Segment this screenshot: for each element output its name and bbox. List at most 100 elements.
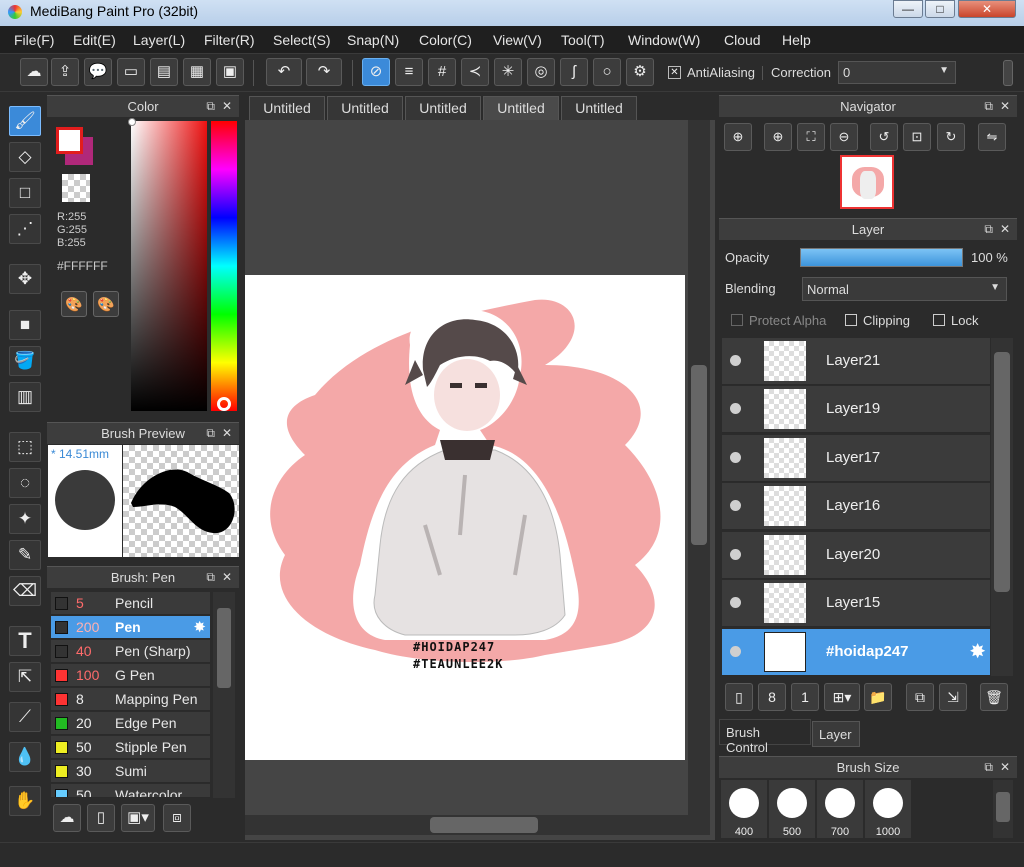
brush-item-pen[interactable]: 200 Pen ✸: [51, 616, 210, 639]
menu-edit[interactable]: Edit(E): [73, 32, 116, 48]
hand-tool-icon[interactable]: ✋: [9, 786, 41, 816]
menu-color[interactable]: Color(C): [419, 32, 472, 48]
brush-item-pencil[interactable]: 5 Pencil: [51, 592, 210, 615]
menu-filter[interactable]: Filter(R): [204, 32, 255, 48]
undock-icon[interactable]: ⧉: [984, 757, 993, 778]
hue-cursor[interactable]: [217, 397, 231, 411]
scrollbar-thumb[interactable]: [996, 792, 1010, 822]
new-brush-icon[interactable]: ▯: [87, 804, 115, 832]
brush-item-watercolor[interactable]: 50 Watercolor: [51, 784, 210, 798]
canvas[interactable]: #HOIDAP247 #TEAUNLEE2K: [245, 275, 685, 760]
transparent-swatch[interactable]: [62, 174, 90, 202]
correction-select[interactable]: 0 ▼: [838, 61, 956, 84]
select-eraser-icon[interactable]: ⌫: [9, 576, 41, 606]
scrollbar-thumb[interactable]: [994, 352, 1010, 592]
snap-off-icon[interactable]: ⊘: [362, 58, 390, 86]
tab-untitled-2[interactable]: Untitled: [327, 96, 403, 120]
new-8bit-layer-icon[interactable]: 8: [758, 683, 786, 711]
tab-brush-control[interactable]: Brush Control: [719, 719, 811, 755]
maximize-button[interactable]: □: [925, 0, 955, 18]
brush-size-700[interactable]: 700: [817, 780, 863, 838]
visibility-icon[interactable]: [730, 452, 741, 463]
undock-icon[interactable]: ⧉: [206, 96, 215, 117]
primary-color-swatch[interactable]: [56, 127, 83, 154]
navigator-thumbnail[interactable]: [840, 155, 894, 209]
palette-add-icon[interactable]: 🎨: [93, 291, 119, 317]
brush-item-stipple-pen[interactable]: 50 Stipple Pen: [51, 736, 210, 759]
brush-item-edge-pen[interactable]: 20 Edge Pen: [51, 712, 210, 735]
gear-icon[interactable]: ✸: [193, 618, 206, 636]
eraser-tool-icon[interactable]: ◇: [9, 142, 41, 172]
scrollbar-thumb[interactable]: [691, 365, 707, 545]
close-icon[interactable]: ✕: [222, 423, 232, 444]
brush-settings-icon[interactable]: ⧈: [163, 804, 191, 832]
bucket-tool-icon[interactable]: 🪣: [9, 346, 41, 376]
tab-untitled-5[interactable]: Untitled: [561, 96, 637, 120]
antialiasing-checkbox[interactable]: ✕: [668, 66, 681, 79]
folder-icon[interactable]: 📁: [864, 683, 892, 711]
tab-untitled-4[interactable]: Untitled: [483, 96, 559, 120]
gear-icon[interactable]: ✸: [969, 639, 986, 664]
rotate-right-icon[interactable]: ↻: [937, 123, 965, 151]
lasso-tool-icon[interactable]: ◌: [9, 468, 41, 498]
divide-tool-icon[interactable]: ⟋: [9, 702, 41, 732]
scrollbar-thumb[interactable]: [430, 817, 538, 833]
hue-slider[interactable]: [211, 121, 237, 411]
snap-ellipse-icon[interactable]: ○: [593, 58, 621, 86]
horizontal-scrollbar[interactable]: [245, 815, 710, 835]
brush-size-1000[interactable]: 1000: [865, 780, 911, 838]
brush-item-sumi[interactable]: 30 Sumi: [51, 760, 210, 783]
visibility-icon[interactable]: [730, 403, 741, 414]
snap-settings-icon[interactable]: ⚙: [626, 58, 654, 86]
brush-item-g-pen[interactable]: 100 G Pen: [51, 664, 210, 687]
brush-menu-icon[interactable]: ▣▾: [121, 804, 155, 832]
eyedropper-tool-icon[interactable]: 💧: [9, 742, 41, 772]
select-pen-icon[interactable]: ✎: [9, 540, 41, 570]
layer-list-scrollbar[interactable]: [991, 338, 1013, 676]
clipping-checkbox[interactable]: [845, 314, 857, 326]
cloud-brush-icon[interactable]: ☁: [53, 804, 81, 832]
lock-checkbox[interactable]: [933, 314, 945, 326]
layer-row[interactable]: Layer15: [722, 580, 990, 627]
menu-file[interactable]: File(F): [14, 32, 54, 48]
layer-row-selected[interactable]: #hoidap247 ✸: [722, 629, 990, 676]
fill-rect-tool-icon[interactable]: ■: [9, 310, 41, 340]
undock-icon[interactable]: ⧉: [984, 96, 993, 117]
close-button[interactable]: ✕: [958, 0, 1016, 18]
move-tool-icon[interactable]: ✥: [9, 264, 41, 294]
select-rect-icon[interactable]: ⬚: [9, 432, 41, 462]
brush-item-pen-sharp[interactable]: 40 Pen (Sharp): [51, 640, 210, 663]
zoom-in-icon[interactable]: ⊕: [764, 123, 792, 151]
menu-layer[interactable]: Layer(L): [133, 32, 185, 48]
undock-icon[interactable]: ⧉: [984, 219, 993, 240]
menu-help[interactable]: Help: [782, 32, 811, 48]
protect-alpha-checkbox[interactable]: [731, 314, 743, 326]
visibility-icon[interactable]: [730, 597, 741, 608]
menu-snap[interactable]: Snap(N): [347, 32, 399, 48]
canvas-area[interactable]: #HOIDAP247 #TEAUNLEE2K: [245, 120, 715, 840]
tab-untitled-1[interactable]: Untitled: [249, 96, 325, 120]
redo-button[interactable]: ↷: [306, 58, 342, 86]
shape-tool-icon[interactable]: □: [9, 178, 41, 208]
toolbar-grip[interactable]: [1003, 60, 1013, 86]
menu-tool[interactable]: Tool(T): [561, 32, 605, 48]
menu-cloud[interactable]: Cloud: [724, 32, 761, 48]
trash-icon[interactable]: 🗑: [980, 683, 1008, 711]
brush-size-500[interactable]: 500: [769, 780, 815, 838]
menu-view[interactable]: View(V): [493, 32, 542, 48]
reset-view-icon[interactable]: ⊡: [903, 123, 931, 151]
gradient-tool-icon[interactable]: ▥: [9, 382, 41, 412]
visibility-icon[interactable]: [730, 355, 741, 366]
visibility-icon[interactable]: [730, 549, 741, 560]
close-icon[interactable]: ✕: [1000, 96, 1010, 117]
menu-window[interactable]: Window(W): [628, 32, 700, 48]
palette-icon[interactable]: 🎨: [61, 291, 87, 317]
snap-radial-icon[interactable]: ✳: [494, 58, 522, 86]
close-icon[interactable]: ✕: [1000, 757, 1010, 778]
close-icon[interactable]: ✕: [222, 96, 232, 117]
layout-icon[interactable]: ▣: [216, 58, 244, 86]
snap-concentric-icon[interactable]: ◎: [527, 58, 555, 86]
flip-icon[interactable]: ⇋: [978, 123, 1006, 151]
magic-wand-icon[interactable]: ✦: [9, 504, 41, 534]
layer-row[interactable]: Layer21: [722, 338, 990, 385]
